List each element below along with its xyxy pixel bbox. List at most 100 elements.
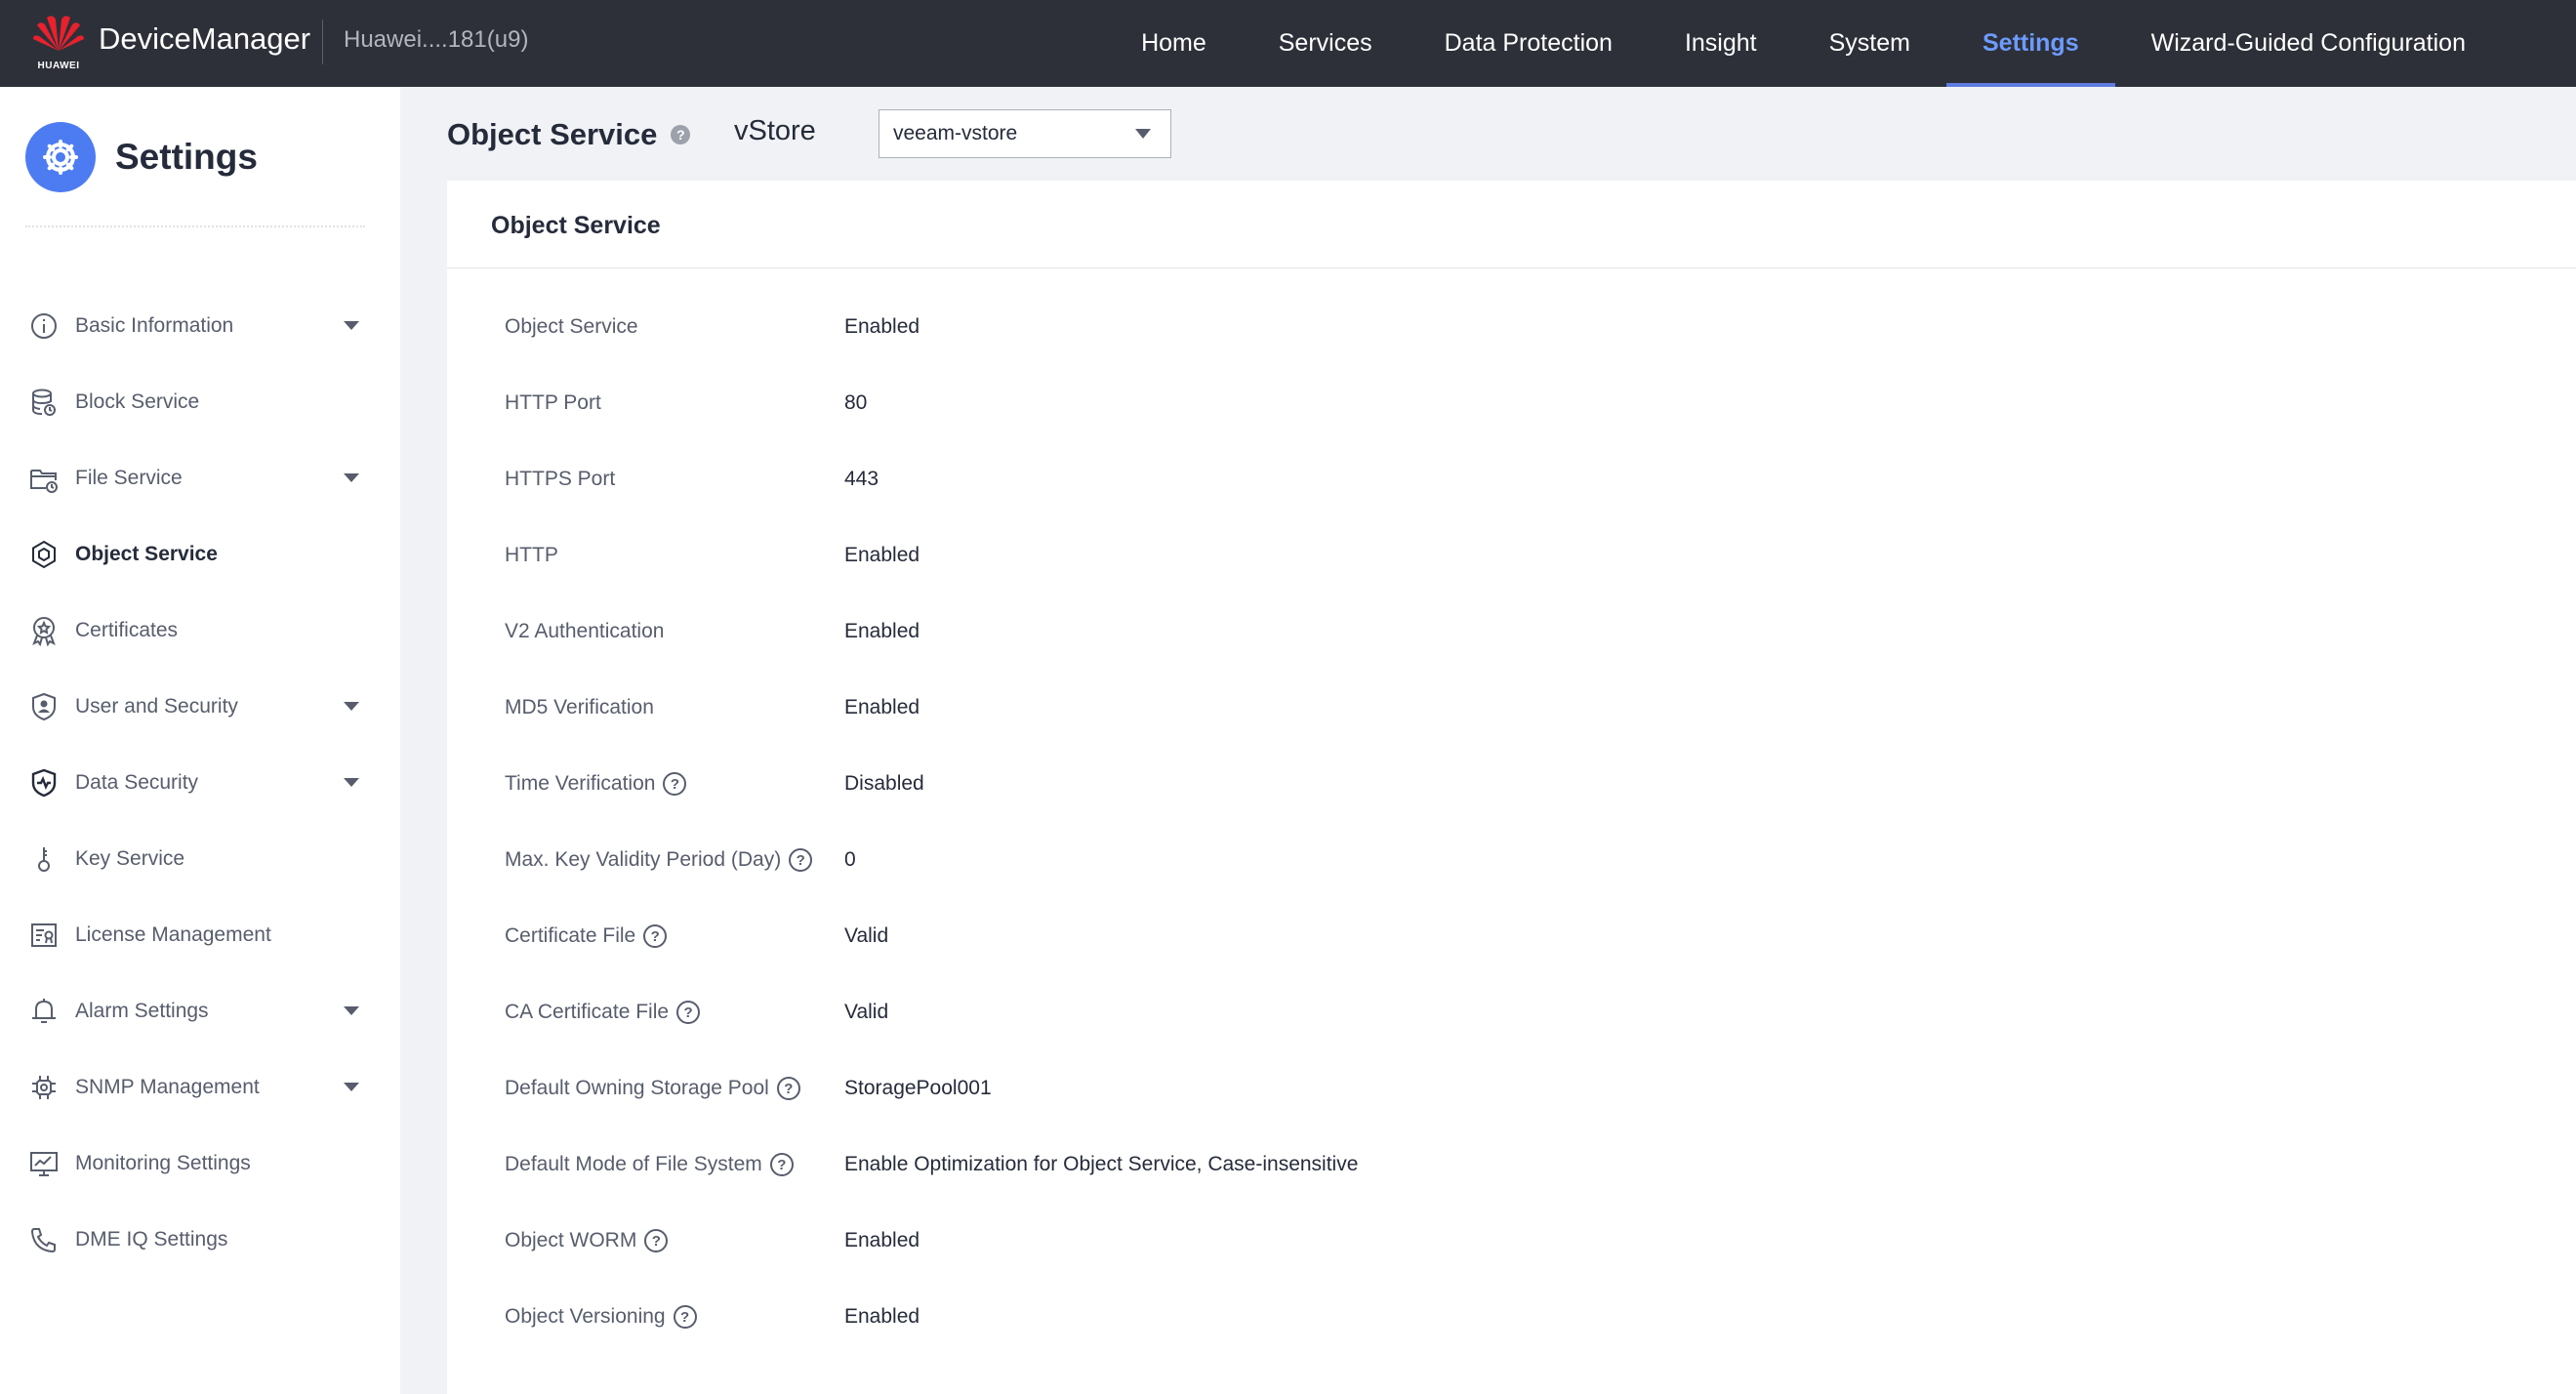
chevron-down-icon[interactable] bbox=[344, 1083, 359, 1091]
property-label: HTTP bbox=[505, 544, 558, 566]
card-title: Object Service bbox=[491, 212, 661, 239]
property-label: Object Service bbox=[505, 315, 638, 338]
property-label: MD5 Verification bbox=[505, 696, 654, 718]
card-divider bbox=[447, 267, 2576, 268]
chevron-down-icon[interactable] bbox=[344, 321, 359, 330]
monitor-icon bbox=[27, 1147, 61, 1180]
nav-system[interactable]: System bbox=[1793, 0, 1946, 87]
property-row-http: HTTP Enabled bbox=[447, 540, 2576, 616]
property-row-max-key-validity-period: Max. Key Validity Period (Day)? 0 bbox=[447, 844, 2576, 921]
property-value: Enabled bbox=[844, 544, 920, 566]
help-question-icon[interactable]: ? bbox=[663, 772, 687, 796]
sidebar-item-label: File Service bbox=[75, 467, 183, 489]
property-label: Default Mode of File System? bbox=[505, 1149, 794, 1180]
nav-data-protection[interactable]: Data Protection bbox=[1409, 0, 1649, 87]
help-question-icon[interactable]: ? bbox=[776, 1077, 800, 1100]
sidebar-item-alarm-settings[interactable]: Alarm Settings bbox=[0, 973, 400, 1049]
property-row-http-port: HTTP Port 80 bbox=[447, 388, 2576, 464]
top-navigation-bar: HUAWEI DeviceManager Huawei....181(u9) H… bbox=[0, 0, 2576, 87]
sidebar-item-certificates[interactable]: Certificates bbox=[0, 593, 400, 669]
sidebar-item-label: Block Service bbox=[75, 390, 200, 413]
sidebar-item-label: User and Security bbox=[75, 695, 238, 718]
sidebar-item-snmp-management[interactable]: SNMP Management bbox=[0, 1049, 400, 1126]
property-label: V2 Authentication bbox=[505, 620, 665, 642]
nav-settings[interactable]: Settings bbox=[1945, 0, 2115, 87]
sidebar-item-dme-iq-settings[interactable]: DME IQ Settings bbox=[0, 1202, 400, 1278]
property-value: Enabled bbox=[844, 620, 920, 642]
sidebar-item-label: Object Service bbox=[75, 543, 218, 565]
property-value: 80 bbox=[844, 391, 868, 414]
sidebar-title: Settings bbox=[115, 137, 258, 177]
sidebar-divider bbox=[25, 226, 365, 227]
property-value: Enabled bbox=[844, 1229, 920, 1251]
property-row-time-verification: Time Verification? Disabled bbox=[447, 768, 2576, 844]
sidebar-item-file-service[interactable]: File Service bbox=[0, 440, 400, 516]
property-label: Certificate File? bbox=[505, 921, 668, 952]
help-icon[interactable]: ? bbox=[671, 125, 691, 144]
brand-text: HUAWEI bbox=[37, 61, 80, 71]
property-value: Valid bbox=[844, 1001, 889, 1023]
chevron-down-icon[interactable] bbox=[344, 778, 359, 787]
property-row-ca-certificate-file: CA Certificate File? Valid bbox=[447, 997, 2576, 1073]
property-row-default-owning-storage-pool: Default Owning Storage Pool? StoragePool… bbox=[447, 1073, 2576, 1149]
huawei-petals-icon bbox=[33, 16, 84, 51]
sidebar-item-label: Monitoring Settings bbox=[75, 1152, 251, 1174]
content-header: Object Service ? bbox=[447, 109, 691, 160]
help-question-icon[interactable]: ? bbox=[789, 848, 813, 872]
sidebar-item-user-and-security[interactable]: User and Security bbox=[0, 669, 400, 745]
sidebar-item-block-service[interactable]: Block Service bbox=[0, 364, 400, 440]
property-value: Enabled bbox=[844, 315, 920, 338]
app-title: DeviceManager bbox=[99, 21, 311, 56]
property-label: Time Verification? bbox=[505, 768, 687, 800]
property-value: Disabled bbox=[844, 772, 924, 795]
license-icon bbox=[27, 919, 61, 952]
chevron-down-icon[interactable] bbox=[344, 473, 359, 482]
property-row-v2-authentication: V2 Authentication Enabled bbox=[447, 616, 2576, 692]
shield-user-icon bbox=[27, 690, 61, 723]
property-label: HTTPS Port bbox=[505, 468, 616, 490]
settings-gear-icon bbox=[25, 122, 96, 192]
sidebar-item-label: Basic Information bbox=[75, 314, 234, 337]
chevron-down-icon[interactable] bbox=[344, 702, 359, 711]
nav-insight[interactable]: Insight bbox=[1649, 0, 1793, 87]
property-value: StoragePool001 bbox=[844, 1077, 992, 1099]
shield-check-icon bbox=[27, 766, 61, 800]
settings-sidebar: Settings Basic Information Block Service… bbox=[0, 87, 400, 1394]
nav-services[interactable]: Services bbox=[1243, 0, 1409, 87]
property-row-object-worm: Object WORM? Enabled bbox=[447, 1225, 2576, 1301]
sidebar-item-label: Alarm Settings bbox=[75, 1000, 209, 1022]
sidebar-item-data-security[interactable]: Data Security bbox=[0, 745, 400, 821]
dropdown-arrow-icon bbox=[1135, 129, 1151, 139]
sidebar-item-object-service[interactable]: Object Service bbox=[0, 516, 400, 593]
help-question-icon[interactable]: ? bbox=[643, 924, 668, 948]
sidebar-item-basic-information[interactable]: Basic Information bbox=[0, 288, 400, 364]
sidebar-item-label: Data Security bbox=[75, 771, 199, 794]
property-label: Default Owning Storage Pool? bbox=[505, 1073, 800, 1104]
help-question-icon[interactable]: ? bbox=[673, 1305, 697, 1329]
property-label: CA Certificate File? bbox=[505, 997, 701, 1028]
sidebar-menu: Basic Information Block Service File Ser… bbox=[0, 288, 400, 1278]
title-divider bbox=[322, 20, 323, 64]
help-question-icon[interactable]: ? bbox=[644, 1229, 669, 1252]
chevron-down-icon[interactable] bbox=[344, 1006, 359, 1015]
sidebar-item-label: Key Service bbox=[75, 847, 185, 870]
nav-home[interactable]: Home bbox=[1105, 0, 1243, 87]
sidebar-item-license-management[interactable]: License Management bbox=[0, 897, 400, 973]
vstore-select[interactable]: veeam-vstore bbox=[879, 109, 1171, 158]
help-question-icon[interactable]: ? bbox=[769, 1153, 794, 1176]
nav-wizard-guided-configuration[interactable]: Wizard-Guided Configuration bbox=[2115, 0, 2502, 87]
property-value: 0 bbox=[844, 848, 856, 871]
sidebar-item-key-service[interactable]: Key Service bbox=[0, 821, 400, 897]
property-list: Object Service Enabled HTTP Port 80 HTTP… bbox=[447, 311, 2576, 1377]
property-value: Enabled bbox=[844, 696, 920, 718]
sidebar-item-monitoring-settings[interactable]: Monitoring Settings bbox=[0, 1126, 400, 1202]
property-row-object-versioning: Object Versioning? Enabled bbox=[447, 1301, 2576, 1377]
page-title: Object Service bbox=[447, 117, 658, 151]
property-row-md5-verification: MD5 Verification Enabled bbox=[447, 692, 2576, 768]
property-value: Enabled bbox=[844, 1305, 920, 1328]
help-question-icon[interactable]: ? bbox=[676, 1001, 701, 1024]
chip-icon bbox=[27, 1071, 61, 1104]
sidebar-item-label: DME IQ Settings bbox=[75, 1228, 228, 1250]
object-service-card: Object Service Object Service Enabled HT… bbox=[447, 181, 2576, 1394]
device-name: Huawei....181(u9) bbox=[344, 26, 529, 53]
